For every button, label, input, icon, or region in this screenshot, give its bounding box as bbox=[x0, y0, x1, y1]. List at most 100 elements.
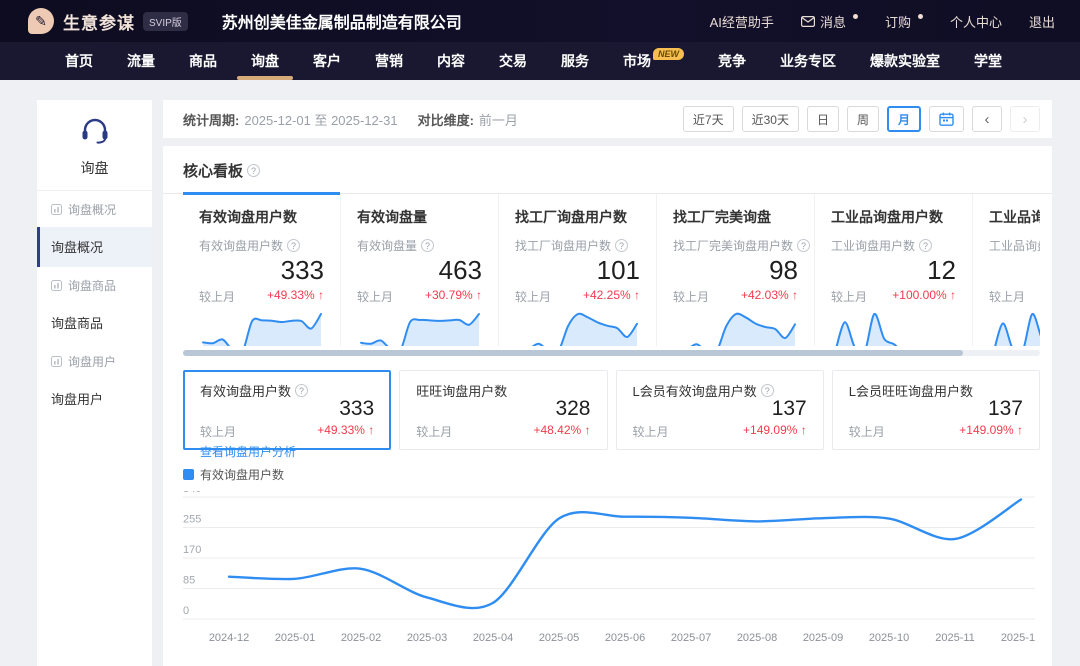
nav-item-4[interactable]: 客户 bbox=[296, 42, 358, 80]
header-action-0[interactable]: AI经营助手 bbox=[710, 12, 774, 31]
kpi-value: 333 bbox=[199, 256, 324, 285]
arrow-up-icon: ↑ bbox=[634, 288, 640, 302]
kpi-change: +42.03% ↑ bbox=[741, 288, 798, 305]
sidebar-item-2[interactable]: 询盘用户 bbox=[37, 379, 152, 419]
help-icon[interactable]: ? bbox=[287, 239, 300, 252]
nav-item-8[interactable]: 服务 bbox=[544, 42, 606, 80]
nav-item-13[interactable]: 学堂 bbox=[957, 42, 1019, 80]
metric-value: 137 bbox=[849, 397, 1023, 421]
kpi-sublabel-text: 工业询盘用户数 bbox=[831, 237, 915, 254]
kpi-sublabel: 有效询盘用户数? bbox=[199, 237, 324, 254]
nav-item-11[interactable]: 业务专区 bbox=[763, 42, 853, 80]
help-icon[interactable]: ? bbox=[761, 384, 774, 397]
period-label: 统计周期: bbox=[183, 110, 239, 129]
kpi-card-3[interactable]: 找工厂完美询盘找工厂完美询盘用户数?98较上月+42.03% ↑ bbox=[657, 194, 815, 346]
nav-item-9[interactable]: 市场NEW bbox=[606, 42, 701, 80]
nav-item-1[interactable]: 流量 bbox=[110, 42, 172, 80]
notification-dot bbox=[853, 14, 858, 19]
arrow-up-icon: ↑ bbox=[585, 423, 591, 437]
prev-period-button[interactable]: ‹ bbox=[972, 106, 1002, 132]
scrollbar-thumb[interactable] bbox=[183, 350, 963, 356]
page: ✎ 生意参谋 SVIP版 苏州创美佳金属制品制造有限公司 AI经营助手消息订购个… bbox=[0, 0, 1080, 666]
range-controls: 近7天近30天日周月 ‹ › bbox=[675, 106, 1040, 132]
header-action-1[interactable]: 消息 bbox=[801, 12, 858, 31]
help-icon[interactable]: ? bbox=[919, 239, 932, 252]
nav-item-5[interactable]: 营销 bbox=[358, 42, 420, 80]
main-column: 统计周期: 2025-12-01 至 2025-12-31 对比维度: 前一月 … bbox=[163, 100, 1052, 666]
header-action-3[interactable]: 个人中心 bbox=[950, 12, 1002, 31]
metric-compare-row: 较上月+149.09% ↑ bbox=[633, 423, 807, 440]
metric-card-3[interactable]: L会员旺旺询盘用户数137较上月+149.09% ↑ bbox=[832, 370, 1040, 450]
dashboard-panel: 核心看板 ? 有效询盘用户数有效询盘用户数?333较上月+49.33% ↑有效询… bbox=[163, 146, 1052, 666]
nav-item-2[interactable]: 商品 bbox=[172, 42, 234, 80]
line-chart: 0851702553402024-122025-012025-022025-03… bbox=[183, 491, 1035, 649]
kpi-title: 找工厂完美询盘 bbox=[673, 207, 798, 227]
kpi-card-1[interactable]: 有效询盘量有效询盘量?463较上月+30.79% ↑ bbox=[341, 194, 499, 346]
main-nav: 首页流量商品询盘客户营销内容交易服务市场NEW竞争业务专区爆款实验室 学堂 bbox=[0, 42, 1080, 80]
panel-title: 核心看板 bbox=[183, 160, 243, 181]
metric-value: 137 bbox=[633, 397, 807, 421]
metric-card-2[interactable]: L会员有效询盘用户数?137较上月+149.09% ↑ bbox=[616, 370, 824, 450]
sidebar-title: 询盘 bbox=[37, 158, 152, 178]
kpi-card-0[interactable]: 有效询盘用户数有效询盘用户数?333较上月+49.33% ↑ bbox=[183, 194, 341, 346]
next-period-button[interactable]: › bbox=[1010, 106, 1040, 132]
nav-item-label: 学堂 bbox=[974, 51, 1002, 71]
header-action-4[interactable]: 退出 bbox=[1029, 12, 1055, 31]
header-action-2[interactable]: 订购 bbox=[885, 12, 923, 31]
range-button-1[interactable]: 近30天 bbox=[742, 106, 799, 132]
new-badge: NEW bbox=[653, 48, 684, 60]
sidebar-group-label: 询盘商品 bbox=[68, 277, 116, 294]
help-icon[interactable]: ? bbox=[247, 164, 260, 177]
help-icon[interactable]: ? bbox=[295, 384, 308, 397]
header-actions: AI经营助手 消息 订购 个人中心 退出 bbox=[683, 12, 1055, 31]
sidebar-item-0[interactable]: 询盘概况 bbox=[37, 227, 152, 267]
nav-item-12[interactable]: 爆款实验室 bbox=[853, 42, 957, 80]
y-tick-label: 340 bbox=[183, 491, 201, 495]
range-button-4[interactable]: 月 bbox=[887, 106, 921, 132]
metric-card-1[interactable]: 旺旺询盘用户数328较上月+48.42% ↑ bbox=[399, 370, 607, 450]
compare-period-label: 较上月 bbox=[849, 423, 885, 440]
kpi-title: 找工厂询盘用户数 bbox=[515, 207, 640, 227]
help-icon[interactable]: ? bbox=[797, 239, 810, 252]
kpi-row: 有效询盘用户数有效询盘用户数?333较上月+49.33% ↑有效询盘量有效询盘量… bbox=[183, 194, 1040, 346]
sidebar-group-0[interactable]: 询盘概况 bbox=[37, 191, 152, 227]
help-icon[interactable]: ? bbox=[615, 239, 628, 252]
range-button-0[interactable]: 近7天 bbox=[683, 106, 734, 132]
horizontal-scrollbar[interactable] bbox=[183, 350, 1040, 356]
kpi-title: 有效询盘用户数 bbox=[199, 207, 324, 227]
nav-item-7[interactable]: 交易 bbox=[482, 42, 544, 80]
sidebar-group-1[interactable]: 询盘商品 bbox=[37, 267, 152, 303]
range-button-2[interactable]: 日 bbox=[807, 106, 839, 132]
chart-icon bbox=[51, 356, 62, 367]
compare-period-label: 较上月 bbox=[831, 288, 867, 305]
nav-item-label: 爆款实验室 bbox=[870, 51, 940, 71]
filter-bar: 统计周期: 2025-12-01 至 2025-12-31 对比维度: 前一月 … bbox=[163, 100, 1052, 138]
kpi-card-4[interactable]: 工业品询盘用户数工业询盘用户数?12较上月+100.00% ↑ bbox=[815, 194, 973, 346]
nav-item-6[interactable]: 内容 bbox=[420, 42, 482, 80]
help-icon[interactable]: ? bbox=[421, 239, 434, 252]
metric-card-0[interactable]: 有效询盘用户数?333较上月+49.33% ↑查看询盘用户分析 bbox=[183, 370, 391, 450]
kpi-compare-row: 较上月+42.03% ↑ bbox=[673, 288, 798, 305]
nav-item-label: 询盘 bbox=[251, 51, 279, 71]
range-button-3[interactable]: 周 bbox=[847, 106, 879, 132]
nav-item-10[interactable]: 竞争 bbox=[701, 42, 763, 80]
y-tick-label: 170 bbox=[183, 544, 201, 556]
headset-icon bbox=[78, 116, 112, 144]
nav-item-3[interactable]: 询盘 bbox=[234, 42, 296, 80]
sidebar-group-label: 询盘用户 bbox=[68, 353, 116, 370]
kpi-sparkline bbox=[673, 310, 799, 346]
calendar-button[interactable] bbox=[929, 106, 964, 132]
nav-item-0[interactable]: 首页 bbox=[48, 42, 110, 80]
x-tick-label: 2025-02 bbox=[341, 632, 381, 644]
sidebar-group-2[interactable]: 询盘用户 bbox=[37, 343, 152, 379]
chart-legend: 有效询盘用户数 bbox=[183, 466, 1040, 483]
kpi-card-5[interactable]: 工业品询盘量工业品询盘量?较上月 bbox=[973, 194, 1040, 346]
sidebar-item-1[interactable]: 询盘商品 bbox=[37, 303, 152, 343]
view-analysis-link[interactable]: 查看询盘用户分析 bbox=[200, 443, 374, 460]
kpi-sublabel-text: 工业品询盘量 bbox=[989, 237, 1040, 254]
kpi-card-2[interactable]: 找工厂询盘用户数找工厂询盘用户数?101较上月+42.25% ↑ bbox=[499, 194, 657, 346]
kpi-sparkline bbox=[357, 310, 483, 346]
notification-dot bbox=[918, 14, 923, 19]
kpi-compare-row: 较上月+30.79% ↑ bbox=[357, 288, 482, 305]
x-tick-label: 2025-04 bbox=[473, 632, 513, 644]
